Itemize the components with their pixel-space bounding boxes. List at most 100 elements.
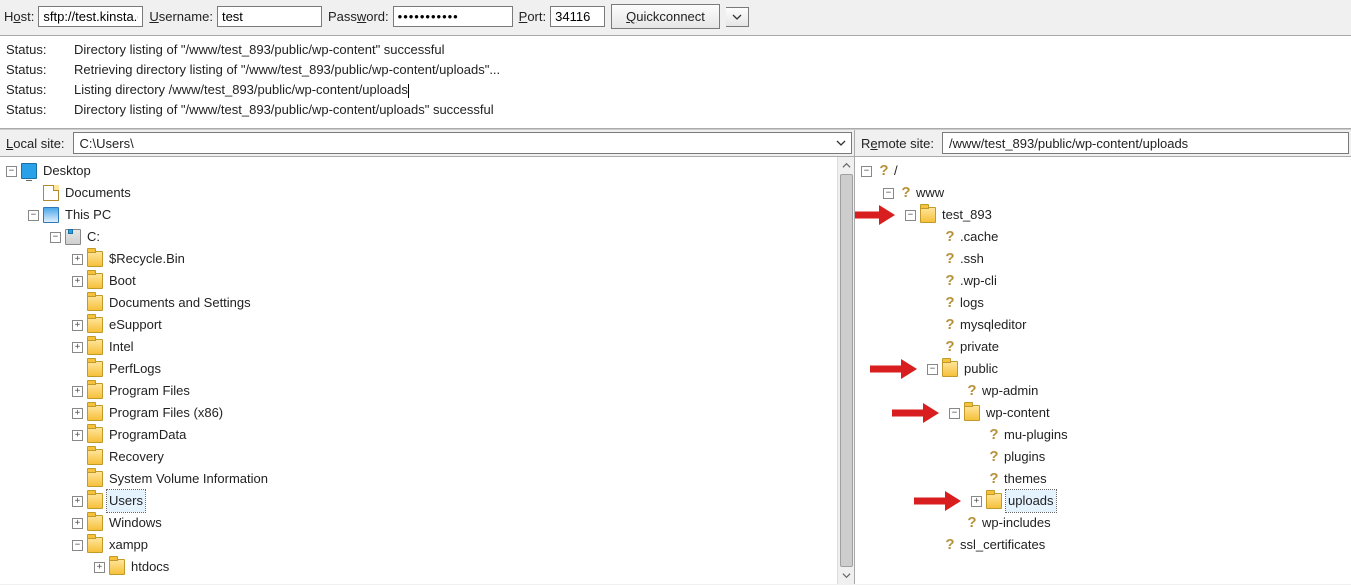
expand-icon[interactable]: + bbox=[72, 518, 83, 529]
local-site-dropdown-button[interactable] bbox=[831, 138, 851, 148]
question-icon bbox=[942, 273, 958, 289]
collapse-icon[interactable]: − bbox=[883, 188, 894, 199]
tree-item[interactable]: −public bbox=[861, 358, 1349, 380]
tree-item[interactable]: + uploads bbox=[861, 490, 1349, 512]
expand-icon[interactable]: + bbox=[72, 254, 83, 265]
tree-item[interactable]: +Intel bbox=[6, 336, 852, 358]
tree-item[interactable]: +$Recycle.Bin bbox=[6, 248, 852, 270]
tree-item[interactable]: Recovery bbox=[6, 446, 852, 468]
host-input[interactable] bbox=[38, 6, 143, 27]
folder-icon bbox=[87, 449, 103, 465]
status-log: Status:Directory listing of "/www/test_8… bbox=[0, 36, 1351, 129]
tree-item[interactable]: mysqleditor bbox=[861, 314, 1349, 336]
local-site-combo[interactable]: C:\Users\ bbox=[73, 132, 852, 154]
tree-item[interactable]: +htdocs bbox=[6, 556, 852, 578]
expand-icon[interactable]: + bbox=[72, 276, 83, 287]
tree-item[interactable]: Documents bbox=[6, 182, 852, 204]
quickconnect-button[interactable]: Quickconnect bbox=[611, 4, 720, 29]
tree-item[interactable]: PerfLogs bbox=[6, 358, 852, 380]
local-site-label: Local site: bbox=[0, 133, 71, 154]
expand-icon[interactable]: + bbox=[72, 408, 83, 419]
folder-icon bbox=[920, 207, 936, 223]
question-icon bbox=[986, 449, 1002, 465]
collapse-icon[interactable]: − bbox=[6, 166, 17, 177]
tree-item-label: Desktop bbox=[41, 160, 93, 182]
tree-item[interactable]: + Windows bbox=[6, 512, 852, 534]
tree-item[interactable]: private bbox=[861, 336, 1349, 358]
expand-icon[interactable]: + bbox=[94, 562, 105, 573]
collapse-icon[interactable]: − bbox=[949, 408, 960, 419]
tree-item[interactable]: .ssh bbox=[861, 248, 1349, 270]
remote-tree[interactable]: −/−www−test_893.cache.ssh.wp-clilogsmysq… bbox=[855, 157, 1351, 559]
tree-item[interactable]: plugins bbox=[861, 446, 1349, 468]
port-input[interactable] bbox=[550, 6, 605, 27]
collapse-icon[interactable]: − bbox=[28, 210, 39, 221]
collapse-icon[interactable]: − bbox=[861, 166, 872, 177]
scroll-down-icon[interactable] bbox=[840, 569, 853, 582]
tree-item[interactable]: wp-includes bbox=[861, 512, 1349, 534]
tree-item-label: C: bbox=[85, 226, 102, 248]
tree-item[interactable]: logs bbox=[861, 292, 1349, 314]
expand-placeholder bbox=[72, 474, 83, 485]
tree-item-label: / bbox=[892, 160, 900, 182]
tree-item[interactable]: −/ bbox=[861, 160, 1349, 182]
remote-pane: Remote site: /www/test_893/public/wp-con… bbox=[855, 130, 1351, 584]
username-input[interactable] bbox=[217, 6, 322, 27]
tree-item-label: www bbox=[914, 182, 946, 204]
host-label: Host: bbox=[4, 9, 34, 24]
scroll-thumb[interactable] bbox=[840, 174, 853, 567]
collapse-icon[interactable]: − bbox=[927, 364, 938, 375]
folder-icon bbox=[87, 251, 103, 267]
expand-icon[interactable]: + bbox=[72, 386, 83, 397]
local-scrollbar[interactable] bbox=[837, 157, 854, 584]
expand-placeholder bbox=[28, 188, 39, 199]
tree-item[interactable]: − www bbox=[861, 182, 1349, 204]
tree-item[interactable]: −xampp bbox=[6, 534, 852, 556]
tree-item[interactable]: .cache bbox=[861, 226, 1349, 248]
expand-icon[interactable]: + bbox=[72, 320, 83, 331]
tree-item[interactable]: − C: bbox=[6, 226, 852, 248]
expand-icon[interactable]: + bbox=[971, 496, 982, 507]
tree-item[interactable]: +ProgramData bbox=[6, 424, 852, 446]
tree-item[interactable]: mu-plugins bbox=[861, 424, 1349, 446]
tree-item[interactable]: −wp-content bbox=[861, 402, 1349, 424]
scroll-up-icon[interactable] bbox=[840, 159, 853, 172]
tree-item[interactable]: +Program Files (x86) bbox=[6, 402, 852, 424]
tree-item[interactable]: −This PC bbox=[6, 204, 852, 226]
collapse-icon[interactable]: − bbox=[50, 232, 61, 243]
tree-item-label: Windows bbox=[107, 512, 164, 534]
folder-icon bbox=[986, 493, 1002, 509]
local-tree[interactable]: −DesktopDocuments−This PC−C:+$Recycle.Bi… bbox=[0, 157, 854, 581]
tree-item-label: uploads bbox=[1006, 490, 1056, 512]
chevron-down-icon bbox=[836, 138, 846, 148]
tree-item[interactable]: − Desktop bbox=[6, 160, 852, 182]
tree-item[interactable]: Documents and Settings bbox=[6, 292, 852, 314]
tree-item[interactable]: +Boot bbox=[6, 270, 852, 292]
tree-item[interactable]: +Users bbox=[6, 490, 852, 512]
tree-item[interactable]: +eSupport bbox=[6, 314, 852, 336]
expand-icon[interactable]: + bbox=[72, 496, 83, 507]
collapse-icon[interactable]: − bbox=[72, 540, 83, 551]
desktop-icon bbox=[21, 163, 37, 179]
tree-item[interactable]: System Volume Information bbox=[6, 468, 852, 490]
remote-site-combo[interactable]: /www/test_893/public/wp-content/uploads bbox=[942, 132, 1349, 154]
folder-icon bbox=[87, 273, 103, 289]
tree-item-label: Documents bbox=[63, 182, 133, 204]
folder-icon bbox=[87, 493, 103, 509]
tree-item-label: themes bbox=[1002, 468, 1049, 490]
tree-item[interactable]: .wp-cli bbox=[861, 270, 1349, 292]
password-input[interactable] bbox=[393, 6, 513, 27]
tree-item[interactable]: wp-admin bbox=[861, 380, 1349, 402]
tree-item[interactable]: ssl_certificates bbox=[861, 534, 1349, 556]
tree-item[interactable]: +Program Files bbox=[6, 380, 852, 402]
question-icon bbox=[986, 427, 1002, 443]
expand-placeholder bbox=[72, 452, 83, 463]
remote-site-label: Remote site: bbox=[855, 133, 940, 154]
question-icon bbox=[964, 515, 980, 531]
tree-item[interactable]: themes bbox=[861, 468, 1349, 490]
quickconnect-menu-button[interactable] bbox=[726, 7, 749, 27]
expand-icon[interactable]: + bbox=[72, 430, 83, 441]
tree-item[interactable]: −test_893 bbox=[861, 204, 1349, 226]
expand-icon[interactable]: + bbox=[72, 342, 83, 353]
collapse-icon[interactable]: − bbox=[905, 210, 916, 221]
